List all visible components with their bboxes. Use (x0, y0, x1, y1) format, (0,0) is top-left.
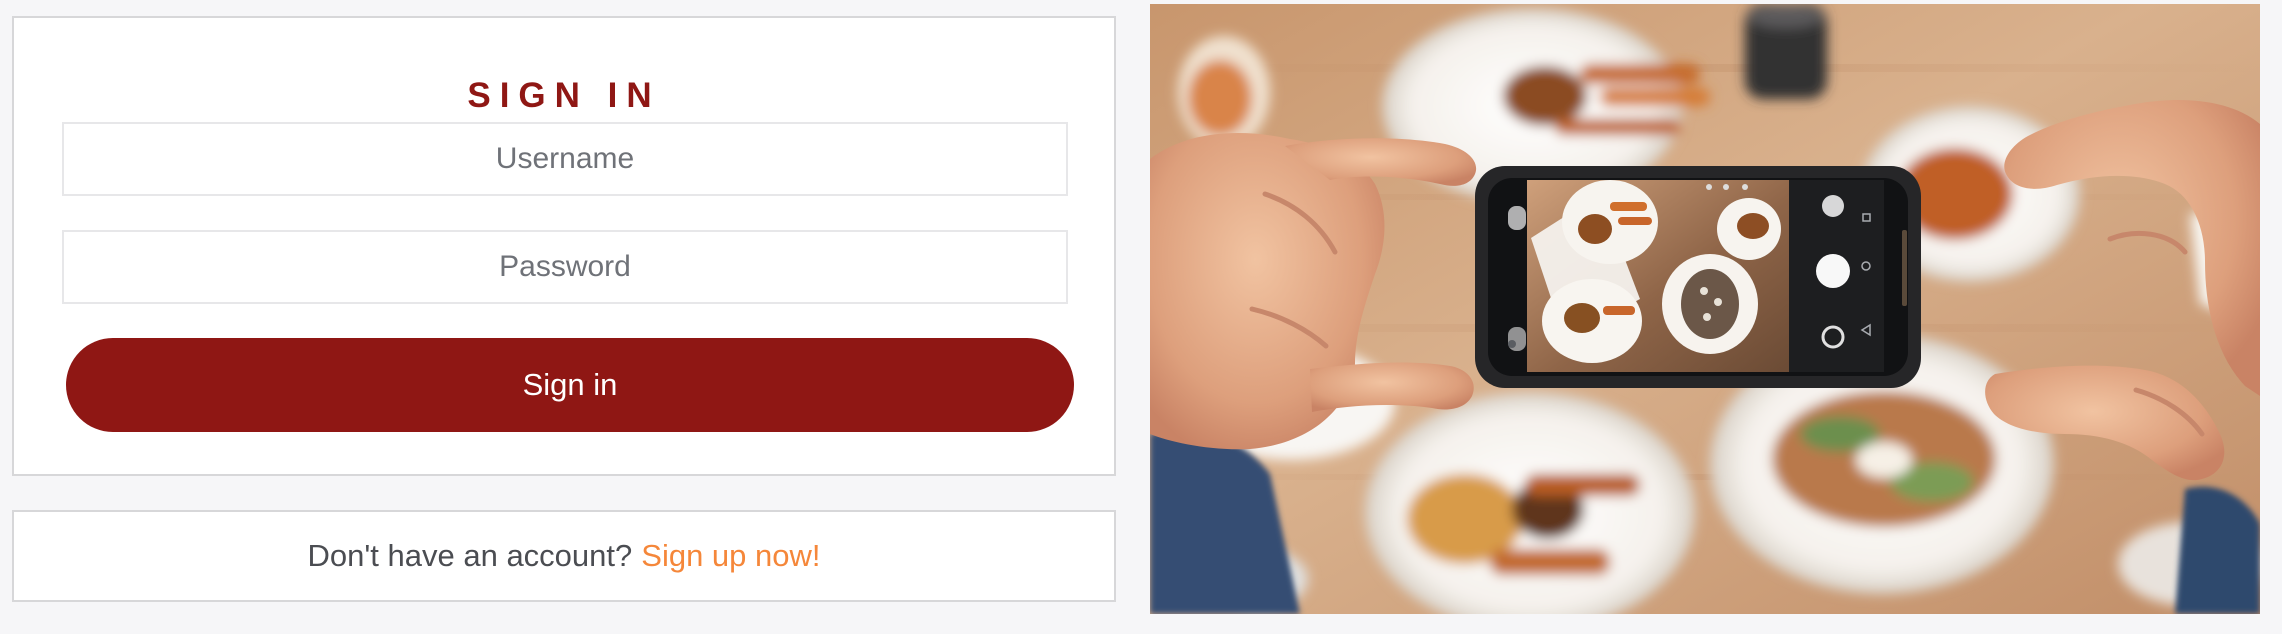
food-photo (1150, 4, 2260, 614)
smartphone (1475, 166, 1921, 388)
signin-button[interactable]: Sign in (66, 338, 1074, 432)
signin-card: SIGN IN Sign in (12, 16, 1116, 476)
signup-card: Don't have an account? Sign up now! (12, 510, 1116, 602)
username-input[interactable] (62, 122, 1068, 196)
signin-title: SIGN IN (467, 76, 661, 115)
food-photo-illustration (1150, 4, 2260, 614)
signup-link[interactable]: Sign up now! (641, 538, 820, 574)
password-input[interactable] (62, 230, 1068, 304)
signup-prompt: Don't have an account? (307, 538, 633, 573)
